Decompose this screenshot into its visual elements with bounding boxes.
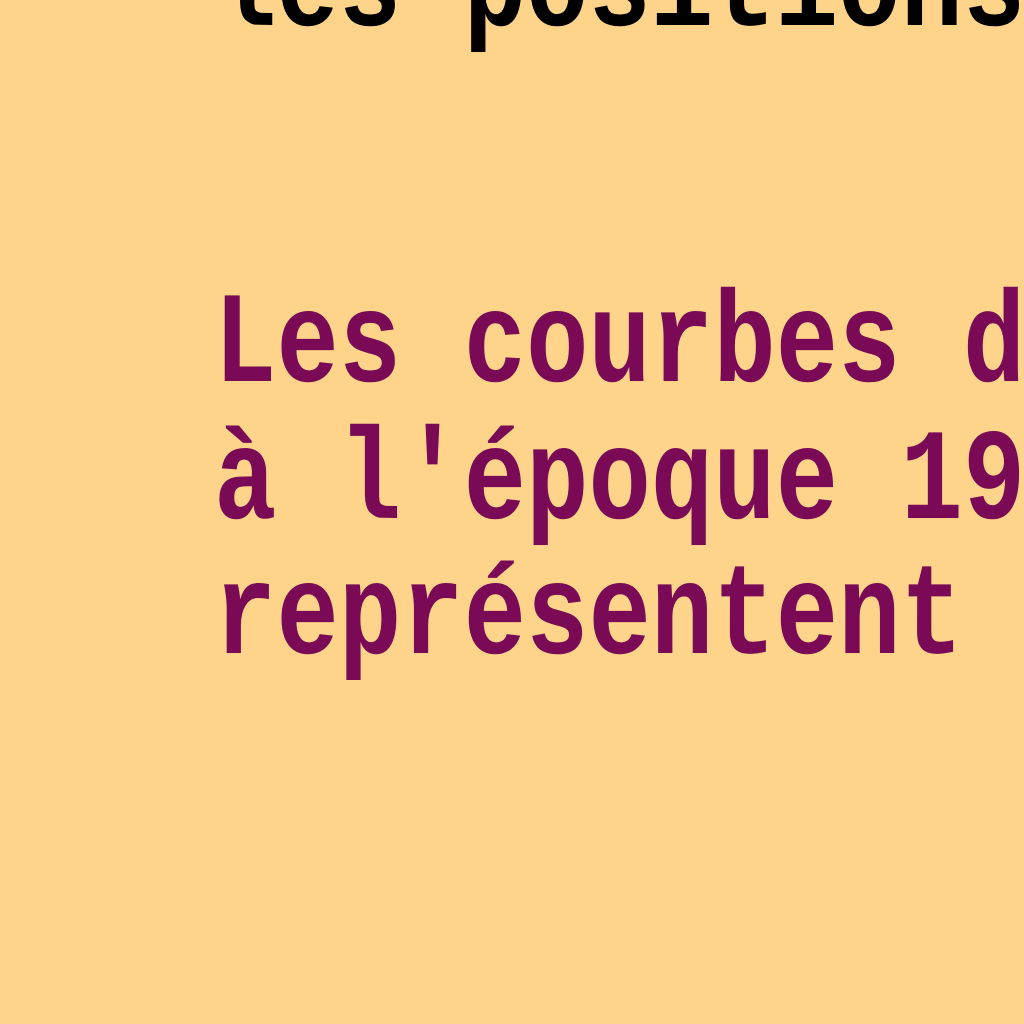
paragraph-line: Les courbes d <box>214 274 1024 421</box>
paragraph-line: à l'époque 19 <box>214 411 1024 558</box>
paragraph-line: représentent <box>214 546 963 693</box>
heading-text: les positions <box>214 0 1024 57</box>
